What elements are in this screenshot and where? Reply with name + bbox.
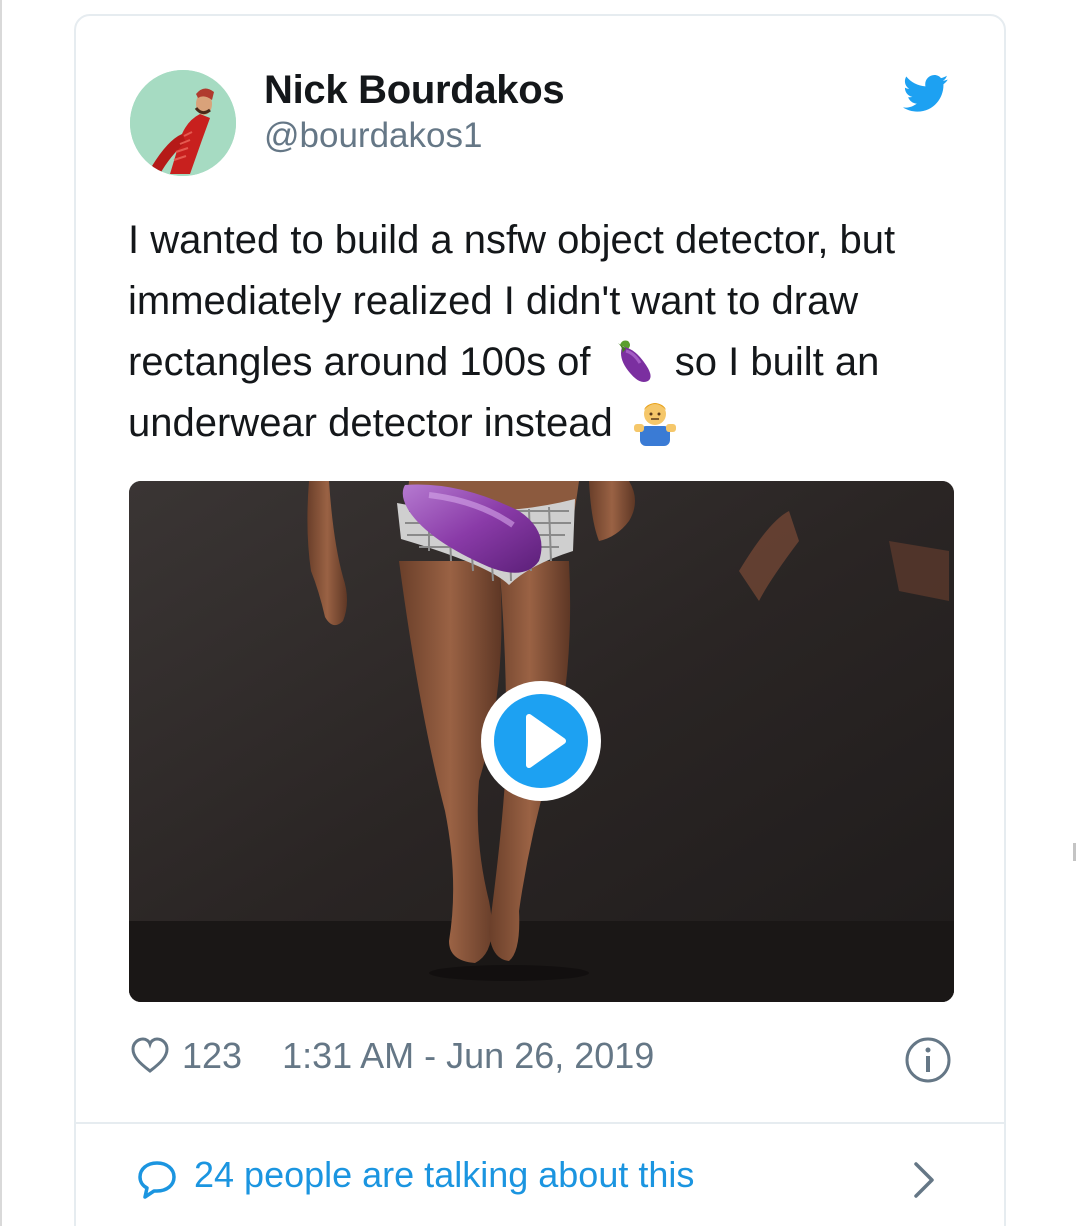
play-button[interactable] — [481, 681, 601, 801]
info-icon[interactable] — [904, 1036, 952, 1084]
author-name[interactable]: Nick Bourdakos — [264, 68, 565, 113]
scrollbar-indicator[interactable] — [1073, 843, 1076, 861]
author-handle[interactable]: @bourdakos1 — [264, 116, 482, 156]
twitter-bird-icon[interactable] — [903, 74, 949, 114]
conversation-label[interactable]: 24 people are talking about this — [194, 1154, 694, 1196]
like-count[interactable]: 123 — [182, 1035, 242, 1077]
video-thumbnail[interactable] — [129, 481, 954, 1002]
speech-bubble-icon — [138, 1161, 176, 1199]
tweet-meta: 123 1:31 AM - Jun 26, 2019 — [130, 1034, 654, 1078]
tweet-text: I wanted to build a nsfw object detector… — [128, 210, 958, 454]
heart-icon[interactable] — [130, 1036, 170, 1076]
timestamp[interactable]: 1:31 AM - Jun 26, 2019 — [282, 1035, 654, 1077]
chevron-right-icon[interactable] — [910, 1160, 938, 1200]
conversation-link[interactable]: 24 people are talking about this — [76, 1124, 1004, 1226]
person-shrugging-icon — [633, 403, 676, 446]
window-edge — [0, 0, 2, 1226]
avatar[interactable] — [130, 70, 236, 176]
eggplant-icon — [617, 340, 651, 382]
page: Nick Bourdakos @bourdakos1 I wanted to b… — [0, 0, 1080, 1226]
